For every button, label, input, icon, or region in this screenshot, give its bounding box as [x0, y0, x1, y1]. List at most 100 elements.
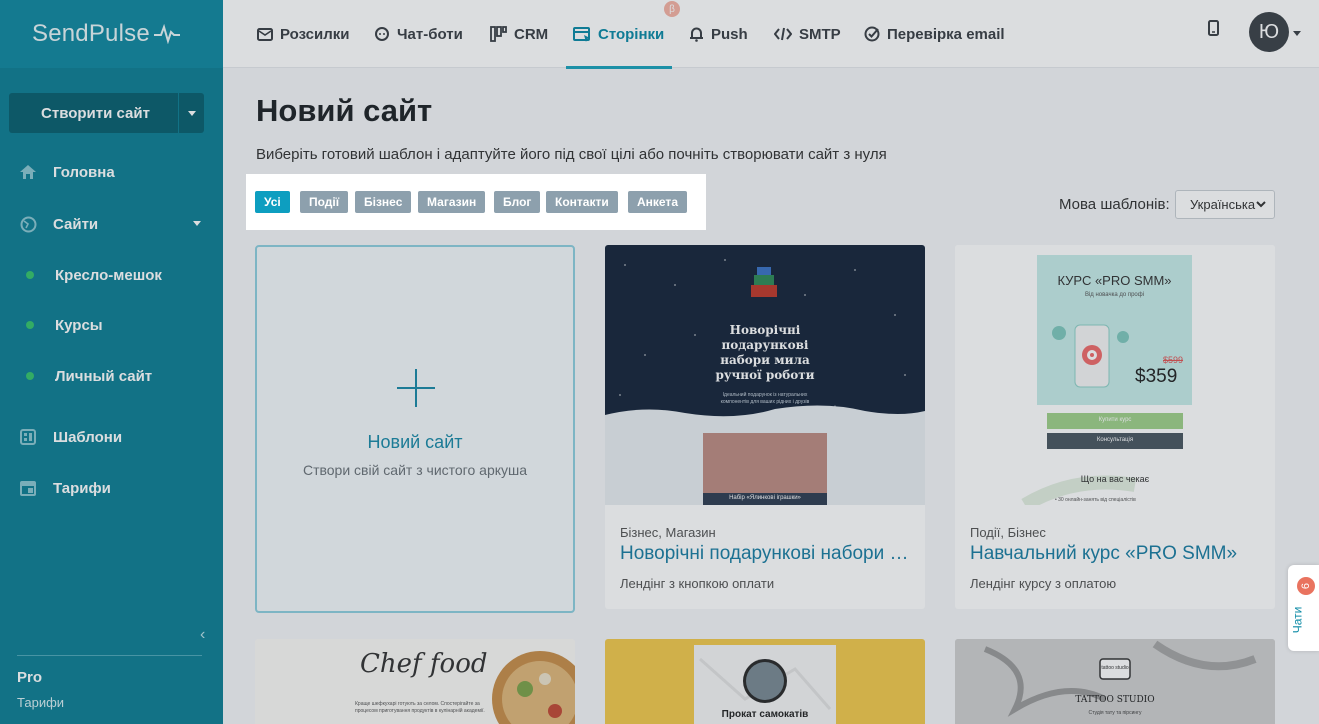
sidebar-item-templates[interactable]: Шаблони — [0, 417, 223, 457]
template-card[interactable]: Новорічні подарункові набори мила ручної… — [605, 245, 925, 609]
template-card[interactable]: Прокат самокатів — [605, 639, 925, 724]
nav-label: CRM — [514, 25, 549, 43]
pages-icon — [573, 26, 591, 42]
chat-count-badge: 6 — [1297, 577, 1315, 595]
template-tags: Бізнес, Магазин — [620, 525, 716, 540]
filter-chip-contacts[interactable]: Контакти — [546, 191, 618, 213]
globe-icon — [19, 215, 37, 233]
chat-widget-tab[interactable]: 6 Чати — [1288, 565, 1319, 651]
sidebar-item-label: Головна — [53, 163, 115, 181]
active-tab-indicator — [566, 66, 672, 69]
filter-chip-events[interactable]: Події — [300, 191, 349, 213]
nav-chatbots[interactable]: Чат-боти — [374, 0, 463, 68]
filter-chip-blog[interactable]: Блог — [494, 191, 541, 213]
pricing-icon — [19, 479, 37, 497]
sidebar-site-item[interactable]: Личный сайт — [0, 359, 223, 393]
thumb-badge: tattoo studio — [1101, 665, 1129, 671]
code-icon — [774, 27, 792, 41]
plus-icon — [397, 369, 435, 407]
sidebar-site-item[interactable]: Курсы — [0, 308, 223, 342]
template-card[interactable]: Chef food Краще шефкухарі готують за сел… — [255, 639, 575, 724]
avatar[interactable]: Ю — [1249, 12, 1289, 52]
thumb-small-text: Ідеальний подарунок із натуральних компо… — [720, 392, 810, 405]
crm-icon — [490, 26, 507, 42]
create-dropdown-toggle[interactable] — [178, 93, 204, 133]
nav-email-verify[interactable]: Перевірка email — [864, 0, 1005, 68]
thumb-title: Прокат самокатів — [721, 709, 809, 720]
sidebar: SendPulse Створити сайт Головна Сайти Кр… — [0, 0, 223, 724]
chevron-down-icon — [193, 221, 201, 226]
logo[interactable]: SendPulse — [0, 0, 223, 68]
status-dot — [26, 372, 34, 380]
top-navigation: Розсилки Чат-боти CRM Сторінки β Push SM… — [223, 0, 1319, 69]
check-icon — [864, 26, 880, 42]
page-title: Новий сайт — [256, 93, 433, 128]
plan-link[interactable]: Тарифи — [17, 695, 64, 710]
nav-label: Push — [711, 25, 748, 43]
nav-smtp[interactable]: SMTP — [774, 0, 841, 68]
chat-icon — [374, 26, 390, 42]
nav-label: Перевірка email — [887, 25, 1005, 43]
sidebar-item-label: Сайти — [53, 215, 99, 233]
nav-mailings[interactable]: Розсилки — [257, 0, 350, 68]
thumb-subtitle: Від новачка до профі — [1084, 292, 1145, 298]
envelope-icon — [257, 27, 273, 41]
nav-label: Розсилки — [280, 25, 350, 43]
collapse-sidebar-icon[interactable]: ‹ — [200, 626, 205, 644]
template-card[interactable]: tattoo studio TATTOO STUDIO Студія тату … — [955, 639, 1275, 724]
template-title[interactable]: Новорічні подарункові набори мила ручної… — [620, 543, 915, 565]
site-label: Личный сайт — [55, 367, 153, 385]
thumb-section: Що на вас чекає — [1080, 474, 1150, 484]
home-icon — [19, 163, 37, 181]
template-card[interactable]: КУРС «PRO SMM» Від новачка до профі $599… — [955, 245, 1275, 609]
page-subtitle: Виберіть готовий шаблон і адаптуйте його… — [256, 146, 887, 163]
create-site-label: Створити сайт — [41, 104, 150, 122]
filter-chip-shop[interactable]: Магазин — [418, 191, 486, 213]
nav-label: SMTP — [799, 25, 841, 43]
chevron-down-icon — [1256, 201, 1266, 208]
logo-text: SendPulse — [32, 20, 150, 47]
nav-crm[interactable]: CRM — [490, 0, 548, 68]
new-site-title: Новий сайт — [367, 432, 463, 452]
thumb-btn1: Купити курс — [1098, 417, 1132, 423]
thumb-old-price: $599 — [1163, 355, 1184, 365]
divider — [17, 655, 202, 656]
mobile-icon[interactable] — [1208, 20, 1219, 41]
thumb-subtitle: Студія тату та пірсингу — [1088, 710, 1142, 716]
nav-label: Сторінки — [598, 25, 665, 43]
template-description: Лендінг з кнопкою оплати — [620, 576, 775, 591]
language-value: Українська — [1190, 197, 1256, 212]
chevron-down-icon[interactable] — [1293, 31, 1301, 36]
new-site-subtitle: Створи свій сайт з чистого аркуша — [302, 462, 528, 478]
thumb-brand: Chef food — [360, 649, 488, 679]
new-site-card[interactable]: Новий сайт Створи свій сайт з чистого ар… — [255, 245, 575, 613]
thumb-small-text: Краще шефкухарі готують за селом. Спосте… — [355, 701, 485, 714]
thumb-caption: Набір «Ялинкові іграшки» — [729, 495, 801, 501]
language-label: Мова шаблонів: — [1059, 196, 1170, 213]
sidebar-item-pricing[interactable]: Тарифи — [0, 468, 223, 508]
templates-icon — [19, 428, 37, 446]
template-description: Лендінг курсу з оплатою — [970, 576, 1117, 591]
nav-push[interactable]: Push — [689, 0, 748, 68]
language-select[interactable]: Українська — [1175, 190, 1275, 219]
filter-chip-all[interactable]: Усі — [255, 191, 290, 213]
bell-icon — [689, 26, 704, 42]
thumb-price: $359 — [1135, 366, 1178, 387]
nav-pages[interactable]: Сторінки — [573, 0, 664, 68]
sidebar-item-sites[interactable]: Сайти — [0, 204, 223, 244]
filter-chip-business[interactable]: Бізнес — [355, 191, 412, 213]
sidebar-item-label: Тарифи — [53, 479, 111, 497]
sidebar-site-item[interactable]: Кресло-мешок — [0, 258, 223, 292]
thumb-bullet: • 30 онлайн-занять від спеціалістів — [1055, 497, 1136, 503]
thumb-title: TATTOO STUDIO — [1075, 695, 1155, 705]
caret-down-icon — [187, 110, 196, 116]
create-site-button[interactable]: Створити сайт — [9, 93, 204, 133]
template-title[interactable]: Навчальний курс «PRO SMM» — [970, 543, 1265, 565]
pulse-logo-icon — [153, 24, 180, 44]
site-label: Курсы — [55, 316, 103, 334]
site-label: Кресло-мешок — [55, 266, 162, 284]
thumb-btn2: Консультація — [1096, 437, 1134, 443]
beta-badge: β — [664, 1, 680, 17]
filter-chip-survey[interactable]: Анкета — [628, 191, 687, 213]
sidebar-item-home[interactable]: Головна — [0, 152, 223, 192]
